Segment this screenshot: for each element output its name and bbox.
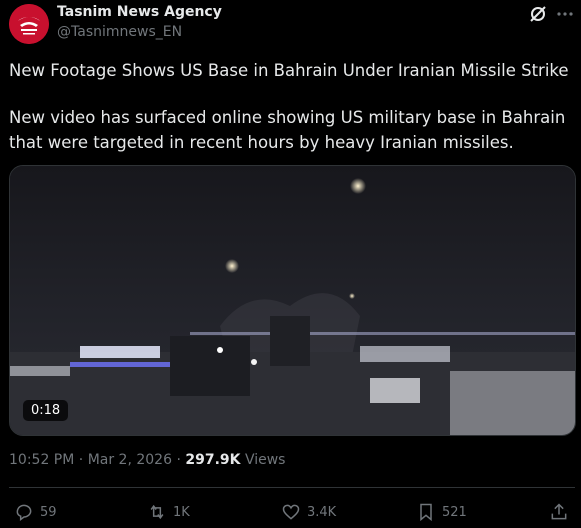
bookmark-icon <box>420 503 432 522</box>
tweet-body: New video has surfaced online showing US… <box>9 108 566 152</box>
bookmark-button[interactable]: 521 <box>416 502 467 522</box>
tweet-meta: 10:52 PM · Mar 2, 2026 · 297.9K Views <box>9 452 285 468</box>
divider <box>9 487 575 488</box>
reply-icon <box>16 504 32 521</box>
tweet-date[interactable]: Mar 2, 2026 <box>88 452 172 468</box>
tweet-text: New Footage Shows US Base in Bahrain Und… <box>9 58 575 155</box>
author-name[interactable]: Tasnim News Agency <box>57 4 222 20</box>
tasnim-logo <box>9 4 49 44</box>
video-duration-badge: 0:18 <box>23 400 69 421</box>
share-icon <box>551 503 567 520</box>
video-frame <box>10 166 575 435</box>
heart-icon <box>282 504 300 520</box>
like-count: 3.4K <box>307 504 337 520</box>
author-handle[interactable]: @Tasnimnews_EN <box>57 24 182 40</box>
like-button[interactable]: 3.4K <box>281 502 336 522</box>
reply-count: 59 <box>40 504 57 520</box>
repost-button[interactable]: 1K <box>147 502 190 522</box>
more-icon[interactable] <box>554 4 576 24</box>
video-player[interactable]: 0:18 <box>9 165 576 436</box>
tweet-headline: New Footage Shows US Base in Bahrain Und… <box>9 61 569 80</box>
grok-icon[interactable] <box>528 4 548 24</box>
tweet-time[interactable]: 10:52 PM <box>9 452 74 468</box>
share-button[interactable] <box>549 502 575 522</box>
repost-icon <box>150 504 164 520</box>
bookmark-count: 521 <box>442 504 467 520</box>
reply-button[interactable]: 59 <box>14 502 57 522</box>
meta-separator: · <box>74 452 88 468</box>
author-avatar[interactable] <box>9 4 49 44</box>
meta-separator: · <box>172 452 186 468</box>
repost-count: 1K <box>173 504 190 520</box>
views-count: 297.9K <box>185 452 241 468</box>
views-label: Views <box>240 452 286 468</box>
